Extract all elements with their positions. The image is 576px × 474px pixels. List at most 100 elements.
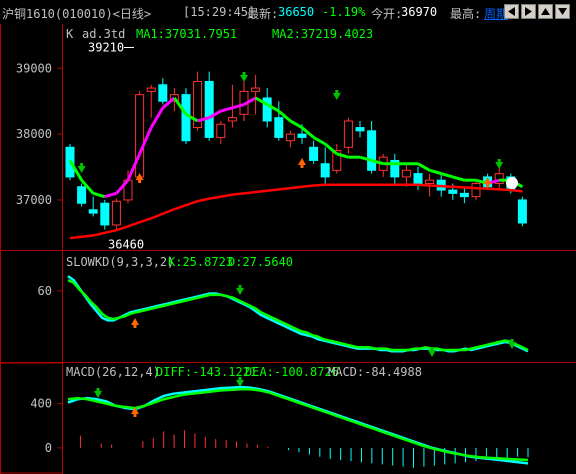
candle-body	[216, 123, 226, 138]
candle-body	[251, 87, 261, 92]
sell-signal-arrow-stem	[335, 90, 339, 93]
ma1-segment	[220, 106, 233, 113]
macd-line-diff	[67, 385, 529, 465]
sell-signal-arrow-icon	[94, 391, 102, 398]
kd-k-readout: K:25.8723	[168, 255, 233, 269]
sell-signal-arrow-stem	[497, 159, 501, 162]
candle-body	[320, 163, 330, 178]
ma1-segment	[429, 168, 442, 176]
macd-y-tick-label: 400	[30, 397, 52, 411]
macd-axis-box	[0, 362, 63, 474]
sell-signal-arrow-icon	[332, 93, 341, 100]
candle-body	[111, 200, 121, 226]
sell-signal-arrow-icon	[77, 166, 86, 173]
ma1-segment	[149, 107, 165, 129]
quote-bar: 沪铜1610(010010)<日线> [15:29:45] 最新: 36650 …	[0, 0, 576, 24]
main-k-label: K	[66, 27, 74, 41]
sell-signal-arrow-icon	[236, 288, 244, 295]
macd-name: MACD(26,12,4)	[66, 365, 160, 379]
ma1-segment	[324, 142, 338, 156]
sell-signal-arrow-stem	[430, 347, 434, 350]
candle-body	[517, 199, 527, 224]
candle-body	[274, 117, 284, 138]
ma1-segment	[289, 119, 303, 129]
candle-body	[100, 202, 110, 226]
macd-panel: 0 400	[30, 377, 529, 468]
candlestick-panel: 37000 38000 39000 39210 36460	[16, 41, 527, 251]
ma1-segment	[92, 191, 106, 199]
ma1-segment	[452, 175, 465, 182]
last-price-value: 36650	[278, 5, 315, 19]
candle-body	[471, 182, 481, 198]
kd-line-k	[67, 275, 529, 353]
open-price-label: 今开:	[371, 7, 403, 21]
buy-signal-arrow-stem	[300, 165, 304, 168]
macd-dea-readout: DEA:-100.8726	[245, 365, 339, 379]
arrow-right-icon[interactable]	[521, 4, 536, 19]
main-y-tick-label: 39000	[16, 61, 52, 75]
candle-body	[146, 87, 156, 92]
sell-signal-arrow-stem	[510, 339, 514, 342]
chart-area[interactable]: 37000 38000 39000 39210 36460 60 0 400 K ad.3…	[0, 24, 576, 474]
buy-signal-arrow-stem	[133, 325, 137, 328]
buy-signal-arrow-icon	[131, 318, 139, 325]
sell-signal-arrow-stem	[96, 388, 100, 391]
sell-signal-arrow-stem	[242, 72, 246, 75]
arrow-left-icon[interactable]	[504, 4, 519, 19]
ma1-segment	[312, 136, 326, 146]
candle-body	[297, 133, 307, 138]
candle-body	[448, 189, 458, 194]
smiley-marker-icon	[506, 177, 518, 189]
macd-diff-readout: DIFF:-143.1221	[156, 365, 257, 379]
candle-body	[343, 120, 353, 148]
candle-body	[355, 127, 365, 132]
candle-body	[158, 84, 168, 102]
candle-body	[401, 169, 411, 178]
main-y-tick-label: 38000	[16, 127, 52, 141]
change-percent: -1.19%	[322, 5, 366, 19]
buy-signal-arrow-stem	[486, 184, 490, 187]
last-price-label: 最新:	[247, 7, 279, 21]
low-price-mark: 36460	[108, 237, 144, 251]
main-indicator-name: ad.3td	[82, 27, 125, 41]
sell-signal-arrow-icon	[495, 162, 504, 169]
ma1-segment	[440, 172, 454, 179]
ma1-segment	[104, 191, 117, 199]
candle-body	[204, 80, 214, 138]
sell-signal-arrow-icon	[240, 75, 248, 82]
candle-body	[309, 146, 319, 161]
open-price-value: 36970	[401, 5, 438, 19]
candle-body	[135, 94, 145, 178]
kd-line-d	[67, 278, 529, 352]
kd-panel: 60	[38, 275, 529, 357]
sell-signal-arrow-stem	[80, 163, 84, 166]
ma1-segment	[417, 162, 431, 172]
ma2-readout: MA2:37219.4023	[272, 27, 373, 41]
ma1-readout: MA1:37031.7951	[136, 27, 237, 41]
candle-body	[425, 179, 435, 184]
buy-signal-arrow-icon	[298, 158, 306, 165]
sell-signal-arrow-icon	[428, 350, 436, 357]
quote-time: [15:29:45]	[183, 5, 256, 19]
main-y-tick-label: 37000	[16, 193, 52, 207]
macd-bar-readout: MACD:-84.4988	[328, 365, 422, 379]
candle-body	[77, 186, 87, 204]
kd-d-readout: D:27.5640	[228, 255, 293, 269]
macd-line-dea	[67, 388, 529, 462]
candle-body	[88, 209, 98, 214]
buy-signal-arrow-stem	[133, 414, 137, 417]
candle-body	[367, 130, 377, 171]
candle-body	[227, 117, 237, 122]
sell-signal-arrow-stem	[238, 285, 242, 288]
high-price-label: 最高:	[450, 7, 482, 21]
kd-name: SLOWKD(9,3,3,2)	[66, 255, 174, 269]
kd-y-tick-label: 60	[38, 284, 52, 298]
arrow-up-icon[interactable]	[538, 4, 553, 19]
macd-y-tick-label: 0	[45, 441, 52, 455]
candle-body	[285, 133, 295, 142]
high-price-mark: 39210	[88, 41, 124, 55]
contract-title: 沪铜1610(010010)<日线>	[2, 7, 152, 21]
candle-body	[413, 173, 423, 184]
arrow-down-icon[interactable]	[555, 4, 570, 19]
candle-body	[459, 192, 469, 198]
